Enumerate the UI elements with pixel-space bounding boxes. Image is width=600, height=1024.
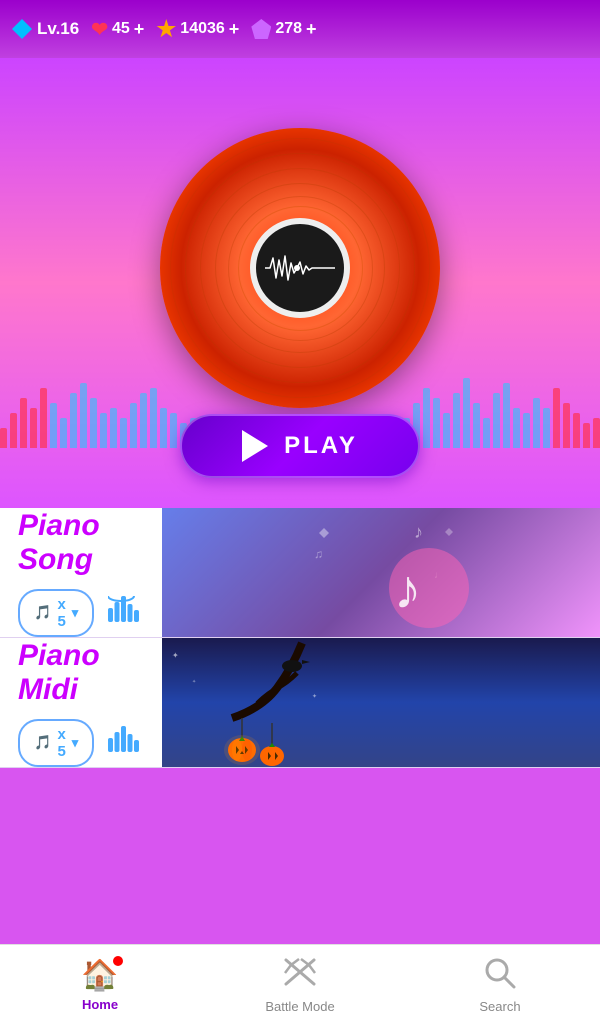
svg-text:♫: ♫ — [314, 547, 323, 561]
music-note-icon: 🎵 — [34, 604, 51, 621]
piano-song-chart-icon[interactable] — [108, 596, 144, 629]
piano-midi-ticket-btn[interactable]: 🎵 x 5 ▾ — [18, 719, 94, 767]
top-bar: Lv.16 ❤ 45 + 14036 + 278 + — [0, 0, 600, 58]
svg-text:♪: ♪ — [414, 522, 423, 542]
eq-bars-right — [403, 378, 600, 448]
hearts-count: 45 — [112, 20, 130, 38]
piano-midi-thumbnail: ✦ ✦ ✦ — [162, 638, 600, 767]
play-label: PLAY — [284, 432, 358, 460]
piano-midi-card[interactable]: Piano Midi 🎵 x 5 ▾ — [0, 638, 600, 768]
piano-song-actions: 🎵 x 5 ▾ — [18, 589, 144, 637]
hearts-plus[interactable]: + — [134, 19, 145, 40]
piano-song-card[interactable]: Piano Song 🎵 x 5 ▾ — [0, 508, 600, 638]
music-area: PLAY — [0, 58, 600, 508]
music-note-icon-2: 🎵 — [34, 734, 51, 751]
piano-midi-ticket-count: x 5 — [57, 726, 65, 760]
gems-stat[interactable]: 278 + — [251, 19, 316, 40]
nav-home[interactable]: 🏠 Home — [1, 958, 199, 1012]
level-badge: Lv.16 — [12, 19, 79, 39]
coins-count: 14036 — [180, 20, 225, 38]
piano-midi-actions: 🎵 x 5 ▾ — [18, 719, 144, 767]
coins-stat[interactable]: 14036 + — [156, 19, 239, 40]
hearts-stat[interactable]: ❤ 45 + — [91, 17, 144, 42]
eq-bars-left — [0, 383, 197, 448]
cards-area: Piano Song 🎵 x 5 ▾ — [0, 508, 600, 768]
piano-song-title: Piano Song — [18, 509, 144, 577]
piano-song-thumbnail: ♪ ♫ ♩ ♪ — [162, 508, 600, 637]
play-button[interactable]: PLAY — [180, 414, 420, 478]
piano-song-ticket-btn[interactable]: 🎵 x 5 ▾ — [18, 589, 94, 637]
piano-midi-title: Piano Midi — [18, 639, 144, 707]
diamond-blue-icon — [12, 19, 32, 39]
piano-song-ticket-count: x 5 — [57, 596, 65, 630]
piano-midi-chart-icon[interactable] — [108, 726, 144, 759]
nav-battle[interactable]: Battle Mode — [201, 956, 399, 1014]
waveform-icon — [265, 248, 335, 288]
svg-text:✦: ✦ — [172, 651, 179, 660]
level-label: Lv.16 — [37, 19, 79, 39]
nav-search[interactable]: Search — [401, 956, 599, 1014]
svg-text:♪: ♪ — [394, 558, 422, 620]
piano-song-info: Piano Song 🎵 x 5 ▾ — [0, 508, 162, 637]
chevron-down-icon: ▾ — [72, 605, 79, 621]
piano-midi-info: Piano Midi 🎵 x 5 ▾ — [0, 638, 162, 767]
svg-text:✦: ✦ — [312, 693, 317, 700]
vinyl-record — [160, 128, 440, 408]
chevron-down-icon-2: ▾ — [72, 735, 79, 751]
battle-icon — [282, 956, 318, 995]
nav-search-label: Search — [479, 999, 520, 1014]
gems-plus[interactable]: + — [306, 19, 317, 40]
home-notification-dot — [113, 956, 123, 966]
search-icon — [483, 956, 517, 995]
vinyl-center — [250, 218, 350, 318]
gem-icon — [251, 19, 271, 39]
bottom-nav: 🏠 Home Battle Mode Search — [0, 944, 600, 1024]
nav-battle-label: Battle Mode — [265, 999, 334, 1014]
svg-text:✦: ✦ — [192, 679, 196, 685]
nav-home-label: Home — [82, 997, 118, 1012]
home-icon: 🏠 — [81, 958, 118, 993]
gems-count: 278 — [275, 20, 302, 38]
coin-icon — [156, 19, 176, 39]
play-triangle-icon — [242, 430, 268, 462]
heart-icon: ❤ — [91, 17, 108, 42]
coins-plus[interactable]: + — [229, 19, 240, 40]
